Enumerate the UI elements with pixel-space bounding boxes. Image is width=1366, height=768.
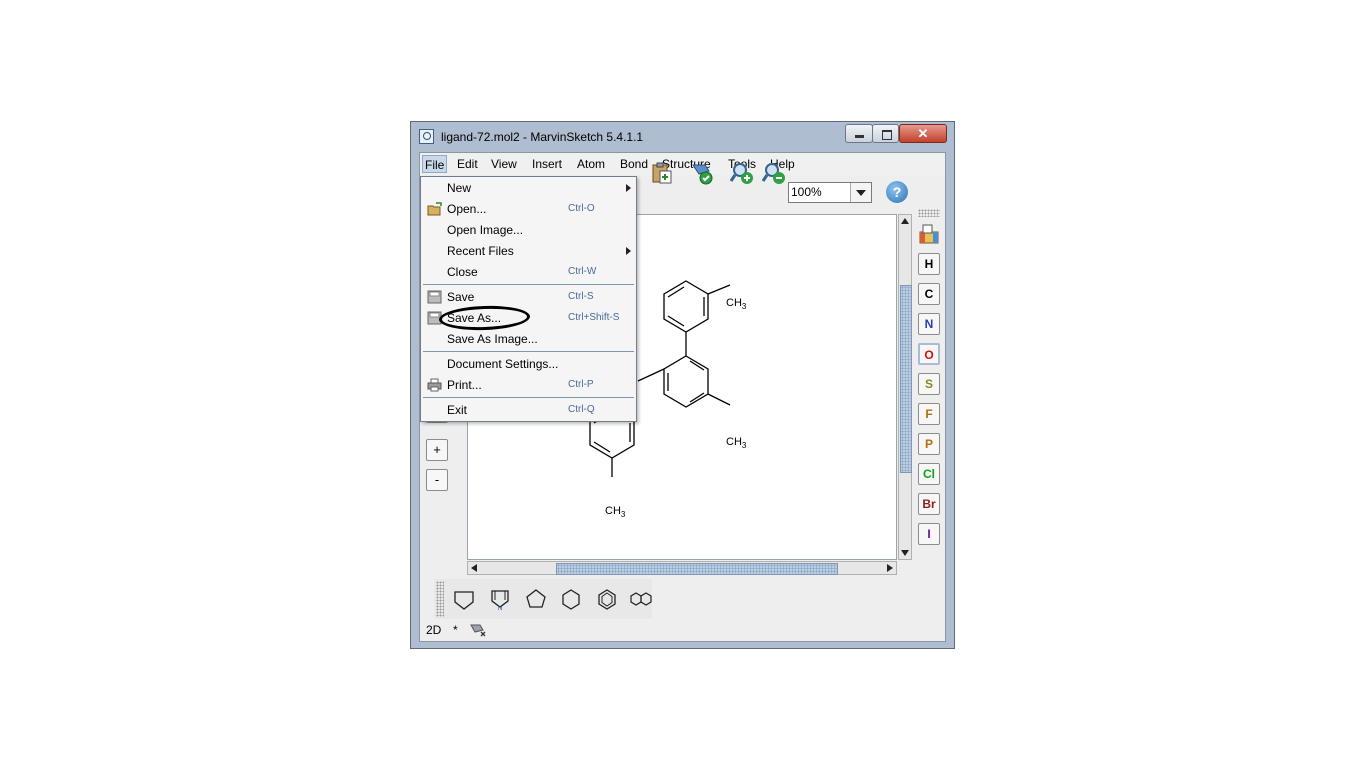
menu-item-open[interactable]: Open... Ctrl-O [421, 199, 636, 220]
svg-text:N: N [498, 606, 502, 611]
modified-indicator: * [453, 623, 458, 637]
file-menu-popup: New Open... Ctrl-O Open Image... Recent … [420, 176, 637, 422]
cyclohexane-chair-template-icon[interactable] [452, 587, 476, 611]
chevron-down-icon[interactable] [850, 183, 871, 202]
menu-view[interactable]: View [489, 155, 519, 173]
clean-status-icon [470, 624, 486, 637]
dimension-mode: 2D [426, 623, 442, 637]
menu-separator [423, 351, 634, 352]
zoom-out-icon[interactable] [762, 161, 786, 185]
scroll-down-icon[interactable] [901, 550, 909, 556]
menu-item-document-settings[interactable]: Document Settings... [421, 354, 636, 375]
decrease-charge-button[interactable]: - [426, 469, 448, 491]
atom-br-button[interactable]: Br [918, 493, 940, 515]
increase-charge-button[interactable]: + [426, 439, 448, 461]
vertical-scrollbar[interactable] [898, 214, 912, 560]
submenu-arrow-icon [626, 247, 631, 255]
maximize-icon [882, 130, 892, 140]
paste-icon[interactable] [650, 161, 674, 185]
menu-bar: File Edit View Insert Atom Bond Structur… [420, 153, 945, 175]
vertical-scroll-thumb[interactable] [900, 285, 912, 473]
zoom-value: 100% [791, 185, 822, 199]
atom-s-button[interactable]: S [918, 373, 940, 395]
menu-item-save[interactable]: Save Ctrl-S [421, 287, 636, 308]
atom-p-button[interactable]: P [918, 433, 940, 455]
toolbar-grip[interactable] [436, 581, 444, 617]
atom-n-button[interactable]: N [918, 313, 940, 335]
menu-item-open-image[interactable]: Open Image... [421, 220, 636, 241]
menu-bond[interactable]: Bond [618, 155, 650, 173]
palette-grip[interactable] [918, 209, 940, 217]
top-ring [663, 280, 709, 333]
horizontal-scroll-thumb[interactable] [556, 563, 838, 575]
open-icon [427, 202, 442, 216]
save-icon [427, 290, 442, 304]
periodic-table-icon[interactable] [918, 223, 940, 245]
atom-h-button[interactable]: H [918, 253, 940, 275]
print-icon [427, 378, 442, 392]
scroll-left-icon[interactable] [471, 564, 477, 572]
clean-structure-icon[interactable] [690, 161, 714, 185]
methyl-label-top: CH3 [726, 297, 747, 312]
menu-edit[interactable]: Edit [455, 155, 480, 173]
atom-o-button[interactable]: O [918, 343, 940, 365]
minimize-icon [855, 135, 864, 138]
menu-item-print[interactable]: Print... Ctrl-P [421, 375, 636, 396]
status-bar: 2D * [420, 619, 945, 641]
menu-insert[interactable]: Insert [530, 155, 564, 173]
menu-item-save-as-image[interactable]: Save As Image... [421, 329, 636, 350]
middle-ring [663, 355, 709, 408]
methyl-label-middle: CH3 [726, 436, 747, 451]
methyl-label-bottom: CH3 [605, 505, 626, 520]
atom-i-button[interactable]: I [918, 523, 940, 545]
menu-item-new[interactable]: New [421, 178, 636, 199]
pyrrole-template-icon[interactable]: N [488, 587, 512, 611]
minimize-button[interactable] [845, 124, 873, 143]
menu-separator [423, 397, 634, 398]
menu-item-recent-files[interactable]: Recent Files [421, 241, 636, 262]
naphthalene-template-icon[interactable] [629, 587, 653, 611]
cyclopentane-template-icon[interactable] [524, 587, 548, 611]
maximize-button[interactable] [872, 124, 899, 143]
scroll-up-icon[interactable] [901, 218, 909, 224]
help-button[interactable]: ? [886, 181, 908, 203]
submenu-arrow-icon [626, 184, 631, 192]
scroll-right-icon[interactable] [887, 564, 893, 572]
cyclohexane-template-icon[interactable] [559, 587, 583, 611]
atom-cl-button[interactable]: Cl [918, 463, 940, 485]
menu-atom[interactable]: Atom [575, 155, 607, 173]
benzene-template-icon[interactable] [595, 587, 619, 611]
menu-item-close[interactable]: Close Ctrl-W [421, 262, 636, 283]
close-button[interactable]: ✕ [899, 124, 947, 143]
zoom-in-icon[interactable] [730, 161, 754, 185]
zoom-select[interactable]: 100% [788, 182, 872, 203]
template-toolbar: N [434, 579, 652, 619]
menu-file[interactable]: File [422, 155, 447, 173]
menu-separator [423, 284, 634, 285]
title-bar[interactable]: ligand-72.mol2 - MarvinSketch 5.4.1.1 ✕ [411, 122, 954, 152]
horizontal-scrollbar[interactable] [467, 561, 897, 575]
app-icon [419, 129, 434, 144]
window-title: ligand-72.mol2 - MarvinSketch 5.4.1.1 [441, 130, 644, 144]
atom-f-button[interactable]: F [918, 403, 940, 425]
atom-c-button[interactable]: C [918, 283, 940, 305]
menu-item-exit[interactable]: Exit Ctrl-Q [421, 400, 636, 421]
close-icon: ✕ [917, 126, 929, 141]
